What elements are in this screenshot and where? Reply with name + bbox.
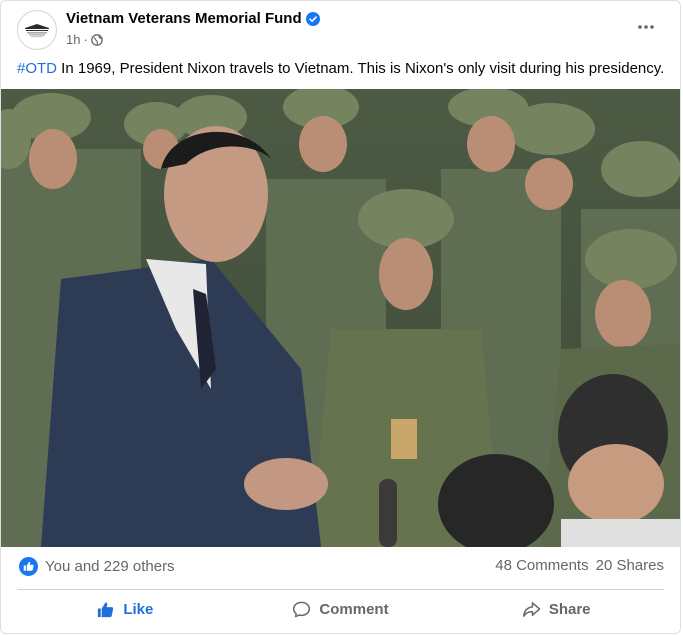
page-avatar[interactable] [17, 10, 57, 50]
post-actions: Like Comment Share [17, 591, 664, 627]
engagement-counts: 48 Comments 20 Shares [495, 557, 664, 574]
reactions-text[interactable]: You and 229 others [45, 558, 175, 575]
like-button[interactable]: Like [17, 591, 233, 627]
like-reaction-icon [19, 557, 38, 576]
post-header: Vietnam Veterans Memorial Fund 1h · [1, 1, 680, 57]
share-arrow-icon [522, 601, 541, 617]
more-options-button[interactable] [634, 15, 658, 39]
photo-nixon-soldiers [1, 89, 680, 547]
post-time[interactable]: 1h [66, 32, 80, 47]
page-name[interactable]: Vietnam Veterans Memorial Fund [66, 10, 302, 27]
comments-count[interactable]: 48 Comments [495, 557, 588, 574]
comment-label: Comment [319, 600, 389, 618]
meta-separator: · [83, 32, 88, 47]
memorial-logo-icon [19, 12, 55, 48]
post-photo[interactable] [1, 89, 680, 547]
like-label: Like [123, 600, 154, 618]
ellipsis-icon [638, 25, 654, 29]
shares-count[interactable]: 20 Shares [596, 557, 664, 574]
post-meta: 1h · [66, 32, 103, 47]
caption-text: In 1969, President Nixon travels to Viet… [57, 60, 665, 77]
hashtag-link[interactable]: #OTD [17, 60, 57, 77]
share-button[interactable]: Share [448, 591, 664, 627]
page-name-link[interactable]: Vietnam Veterans Memorial Fund [66, 10, 320, 27]
facebook-post: Vietnam Veterans Memorial Fund 1h · #OTD… [0, 0, 681, 634]
comment-bubble-icon [293, 601, 311, 617]
action-divider [17, 589, 664, 590]
verified-badge-icon [305, 11, 320, 26]
thumbs-up-icon [98, 601, 114, 617]
globe-icon[interactable] [90, 33, 103, 46]
share-label: Share [548, 600, 591, 618]
reactions-summary[interactable]: You and 229 others [19, 557, 175, 576]
post-caption: #OTD In 1969, President Nixon travels to… [17, 59, 668, 79]
comment-button[interactable]: Comment [233, 591, 449, 627]
